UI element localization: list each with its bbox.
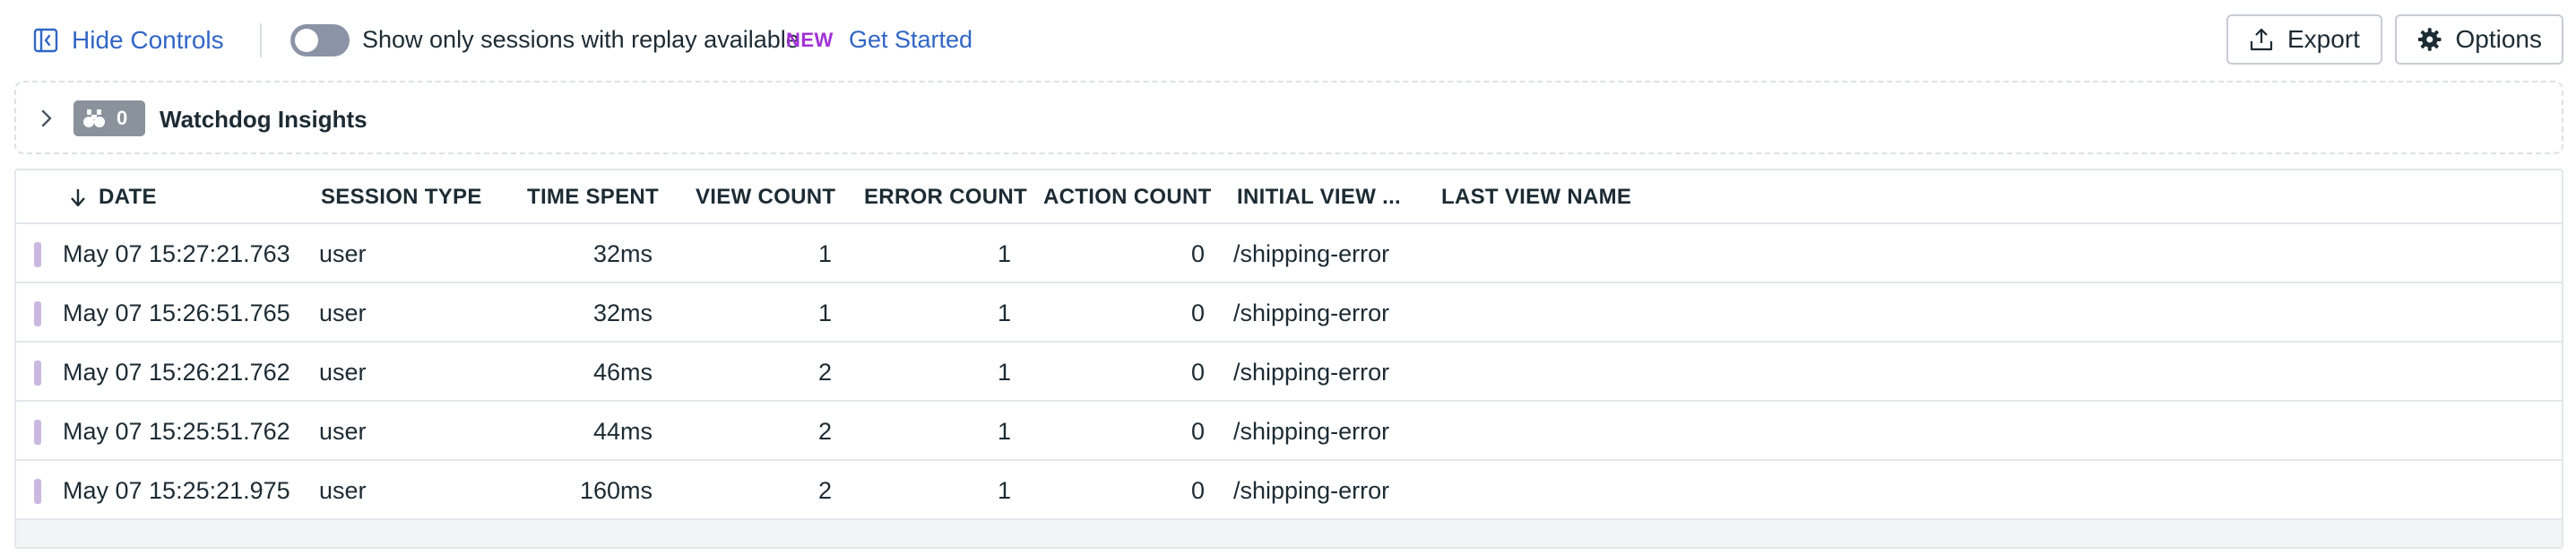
cell-date: May 07 15:27:21.763 (63, 240, 290, 267)
cell-initial-view: /shipping-error (1233, 240, 1390, 267)
cell-initial-view: /shipping-error (1233, 418, 1390, 445)
table-row[interactable]: May 07 15:26:21.762 user 46ms 2 1 0 /shi… (16, 343, 2562, 402)
cell-initial-view: /shipping-error (1233, 359, 1390, 386)
cell-action-count: 0 (1190, 359, 1205, 386)
column-date[interactable]: DATE (68, 185, 157, 210)
cell-action-count: 0 (1190, 240, 1205, 267)
cell-time-spent: 32ms (592, 240, 653, 267)
watchdog-count-badge: 0 (73, 100, 145, 136)
row-status-marker (34, 242, 41, 267)
column-last-view-name[interactable]: LAST VIEW NAME (1441, 185, 1631, 210)
cell-time-spent: 32ms (592, 300, 653, 326)
cell-action-count: 0 (1190, 477, 1205, 504)
column-error-count[interactable]: ERROR COUNT (864, 185, 1027, 210)
cell-date: May 07 15:25:51.762 (63, 418, 290, 445)
cell-time-spent: 160ms (579, 477, 653, 504)
column-action-count[interactable]: ACTION COUNT (1043, 185, 1212, 210)
binoculars-icon (83, 109, 105, 127)
cell-error-count: 1 (997, 300, 1011, 326)
cell-time-spent: 44ms (592, 418, 653, 445)
get-started-link[interactable]: Get Started (849, 26, 972, 54)
cell-error-count: 1 (997, 240, 1011, 267)
table-footer (16, 520, 2562, 547)
cell-date: May 07 15:26:21.762 (63, 359, 290, 386)
column-initial-view[interactable]: INITIAL VIEW ... (1237, 185, 1401, 210)
options-button[interactable]: Options (2395, 14, 2563, 65)
replay-only-toggle[interactable] (290, 24, 350, 56)
cell-session-type: user (319, 240, 367, 267)
cell-view-count: 1 (817, 300, 832, 326)
cell-action-count: 0 (1190, 300, 1205, 326)
cell-view-count: 2 (817, 418, 832, 445)
export-button[interactable]: Export (2226, 14, 2382, 65)
cell-action-count: 0 (1190, 418, 1205, 445)
cell-view-count: 2 (817, 477, 832, 504)
table-row[interactable]: May 07 15:26:51.765 user 32ms 1 1 0 /shi… (16, 283, 2562, 343)
table-row[interactable]: May 07 15:27:21.763 user 32ms 1 1 0 /shi… (16, 224, 2562, 283)
row-status-marker (34, 361, 41, 386)
column-session-type[interactable]: SESSION TYPE (321, 185, 482, 210)
row-status-marker (34, 301, 41, 326)
hide-controls-label: Hide Controls (72, 26, 224, 54)
replay-toggle-label: Show only sessions with replay available (362, 26, 800, 53)
sessions-table: DATE SESSION TYPE TIME SPENT VIEW COUNT … (14, 169, 2563, 549)
column-view-count[interactable]: VIEW COUNT (696, 185, 835, 210)
watchdog-count: 0 (117, 107, 128, 129)
sort-descending-icon (71, 189, 85, 207)
watchdog-insights-panel[interactable]: 0 Watchdog Insights (14, 81, 2563, 154)
export-icon (2250, 28, 2273, 51)
cell-view-count: 2 (817, 359, 832, 386)
column-time-spent[interactable]: TIME SPENT (527, 185, 659, 210)
chevron-right-icon[interactable] (34, 106, 59, 131)
table-row[interactable]: May 07 15:25:51.762 user 44ms 2 1 0 /shi… (16, 402, 2562, 461)
export-label: Export (2287, 25, 2360, 53)
cell-session-type: user (319, 477, 367, 504)
controls-bar: Hide Controls Show only sessions with re… (0, 0, 2576, 81)
hide-controls-button[interactable]: Hide Controls (32, 22, 224, 59)
cell-view-count: 1 (817, 240, 832, 267)
options-label: Options (2455, 25, 2543, 53)
table-row[interactable]: May 07 15:25:21.975 user 160ms 2 1 0 /sh… (16, 461, 2562, 520)
gear-icon (2417, 28, 2442, 51)
divider (260, 23, 262, 57)
row-status-marker (34, 479, 41, 504)
watchdog-title: Watchdog Insights (160, 106, 367, 133)
cell-session-type: user (319, 418, 367, 445)
column-date-label: DATE (99, 185, 157, 209)
cell-initial-view: /shipping-error (1233, 300, 1390, 326)
cell-error-count: 1 (997, 418, 1011, 445)
collapse-panel-icon (33, 28, 58, 53)
new-badge: NEW (786, 29, 834, 51)
cell-session-type: user (319, 359, 367, 386)
toggle-knob (295, 29, 318, 52)
row-status-marker (34, 420, 41, 445)
cell-date: May 07 15:26:51.765 (63, 300, 290, 326)
cell-error-count: 1 (997, 477, 1011, 504)
cell-initial-view: /shipping-error (1233, 477, 1390, 504)
cell-date: May 07 15:25:21.975 (63, 477, 290, 504)
cell-session-type: user (319, 300, 367, 326)
table-header: DATE SESSION TYPE TIME SPENT VIEW COUNT … (16, 170, 2562, 224)
cell-error-count: 1 (997, 359, 1011, 386)
cell-time-spent: 46ms (592, 359, 653, 386)
